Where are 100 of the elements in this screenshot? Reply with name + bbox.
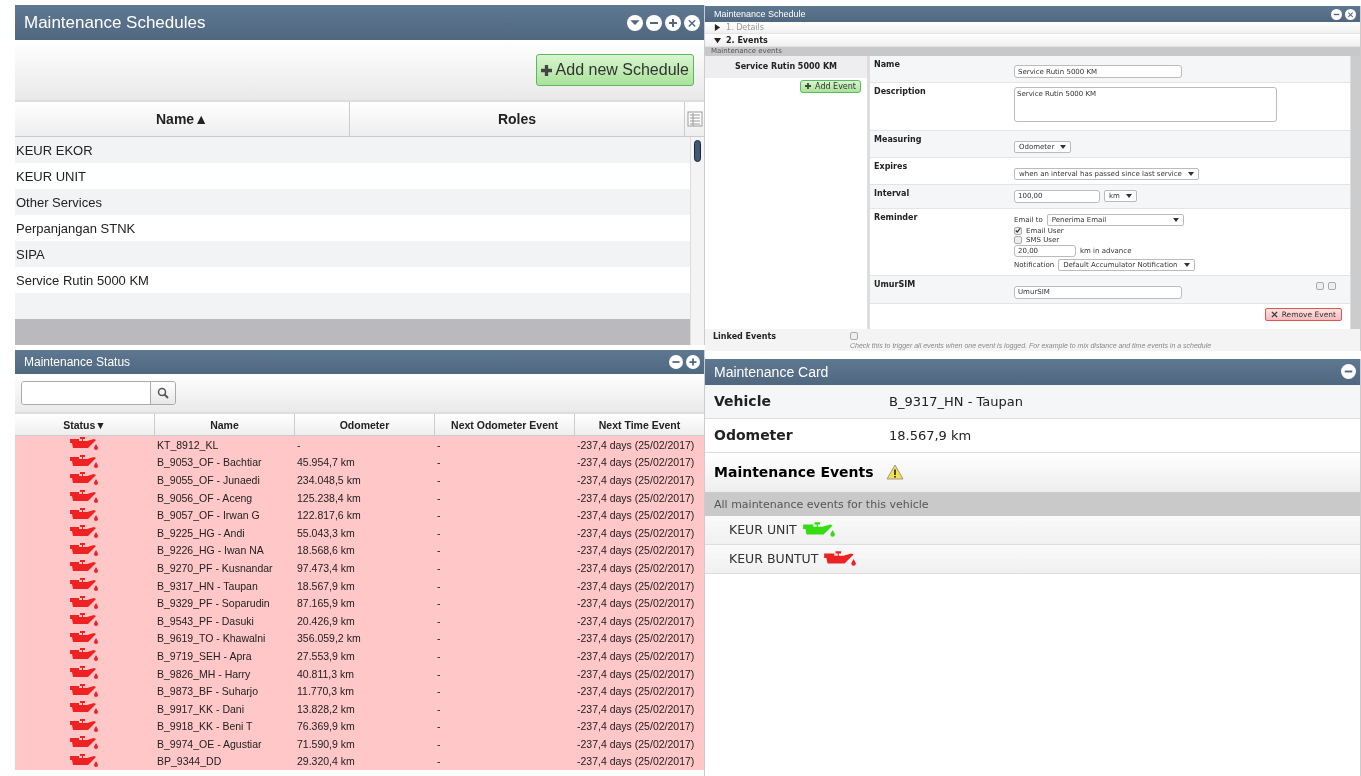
field-label: Vehicle [714,393,772,410]
table-cell-text: -237,4 days (25/02/2017) [576,649,696,662]
table-cell-text: - [436,579,442,592]
schedule-row[interactable]: Other Services [15,189,690,215]
maximize-icon[interactable] [686,355,700,369]
table-cell-text: - [436,456,442,469]
scrollbar[interactable] [690,137,704,345]
field-label: Linked Events [713,331,777,343]
table-cell-text: 87.165,9 km [296,597,356,610]
checkbox[interactable] [850,331,858,340]
field-label: Interval [874,189,911,201]
caret-icon [1187,172,1194,177]
close-icon[interactable] [1345,8,1356,20]
table-cell-text: -237,4 days (25/02/2017) [576,667,696,680]
table-cell-text: - [436,755,442,768]
minimize-icon[interactable] [1331,8,1342,20]
table-cell-text: - [436,685,442,698]
column-header[interactable]: Roles [350,102,685,136]
checkmark-icon [1015,227,1021,235]
plus-icon [805,83,812,90]
table-cell-text: 55.043,3 km [296,526,356,539]
field-label: Name [874,59,901,71]
table-cell-text: -237,4 days (25/02/2017) [576,509,696,522]
table-cell-text: 122.817,6 km [296,509,362,522]
search-icon[interactable] [157,387,169,399]
table-cell-text: - [296,438,302,451]
field-label: Measuring [874,135,923,147]
search-field[interactable] [21,381,176,405]
field-label: Odometer [714,427,794,444]
schedule-row[interactable]: SIPA [15,241,690,267]
table-cell-text: -237,4 days (25/02/2017) [576,526,696,539]
table-cell-text: B_9055_OF - Junaedi [156,474,261,486]
add-event-button[interactable]: Add Event [800,79,861,93]
table-cell-text: 76.369,9 km [296,720,356,733]
table-cell-text: 356.059,2 km [296,632,362,645]
table-cell-text: 234.048,5 km [296,474,362,486]
section-header[interactable]: 2. Events [705,34,1360,47]
checkbox[interactable] [1014,226,1022,235]
table-cell-text: 125.238,4 km [296,491,362,504]
table-cell-text: 11.770,3 km [296,685,355,698]
close-icon [1270,310,1278,318]
table-cell-text: 27.553,9 km [296,649,356,662]
table-cell-text: - [436,438,442,451]
field-value: 18.567,9 km [889,427,973,443]
table-cell-text: B_9317_HN - Taupan [156,579,259,592]
event-name: KEUR BUNTUT [729,551,819,567]
minimize-icon[interactable] [646,14,662,31]
column-header[interactable]: Odometer [295,414,435,435]
table-cell-text: 18.568,6 km [296,544,356,557]
caret-icon [1183,262,1190,267]
panel-title: Maintenance Status [24,355,131,369]
event-item[interactable]: Service Rutin 5000 KM [705,55,867,78]
table-cell-text: B_9056_OF - Aceng [156,491,254,504]
add-schedule-button[interactable]: Add new Schedule [535,54,694,86]
table-cell-text: - [436,561,442,574]
table-cell-text: KT_8912_KL [156,438,220,451]
close-icon[interactable] [684,14,700,31]
field-value: B_9317_HN - Taupan [889,393,1024,409]
minimize-icon[interactable] [1341,364,1356,380]
column-header[interactable]: Next Odometer Event [435,414,575,435]
table-cell-text: B_9918_KK - Beni T [156,720,254,733]
caret-icon [1125,194,1132,199]
table-cell-text: 71.590,9 km [296,737,356,750]
field-label: Expires [874,162,909,174]
panel-title: Maintenance Schedules [24,12,206,33]
table-cell-text: -237,4 days (25/02/2017) [576,544,696,557]
table-cell-text: -237,4 days (25/02/2017) [576,720,696,733]
caret-down-icon [714,36,721,44]
table-cell-text: 13.828,2 km [296,702,356,715]
table-cell-text: B_9225_HG - Andi [156,526,246,539]
collapse-icon[interactable] [627,14,643,31]
schedule-row[interactable]: KEUR EKOR [15,137,690,163]
table-cell-text: B_9329_PF - Soparudin [156,597,271,610]
table-cell-text: B_9873_BF - Suharjo [156,685,259,698]
maximize-icon[interactable] [665,14,681,31]
table-cell-text: -237,4 days (25/02/2017) [576,491,696,504]
scrollbar[interactable] [1350,55,1360,329]
table-cell-text: -237,4 days (25/02/2017) [576,561,696,574]
column-header[interactable]: Status▼ [15,414,155,435]
table-cell-text: 20.426,9 km [296,614,356,627]
table-cell-text: -237,4 days (25/02/2017) [576,438,696,451]
table-cell-text: 97.473,4 km [296,561,356,574]
table-cell-text: 40.811,3 km [296,667,355,680]
table-cell-text: - [436,614,442,627]
table-cell-text: - [436,720,442,733]
table-cell-text: - [436,737,442,750]
table-cell-text: - [436,702,442,715]
field-label: Reminder [874,213,919,225]
table-cell-text: - [436,649,442,662]
column-header[interactable]: Name▲ [15,102,350,136]
table-cell-text: B_9917_KK - Dani [156,702,245,715]
table-cell-text: B_9543_PF - Dasuki [156,614,255,627]
minimize-icon[interactable] [669,355,683,369]
column-header[interactable]: Name [155,414,295,435]
table-cell-text: - [436,544,442,557]
table-cell-text: -237,4 days (25/02/2017) [576,685,696,698]
table-cell-text: BP_9344_DD [156,755,223,768]
checkbox[interactable] [1014,235,1022,244]
table-cell-text: -237,4 days (25/02/2017) [576,702,696,715]
table-cell-text: - [436,526,442,539]
